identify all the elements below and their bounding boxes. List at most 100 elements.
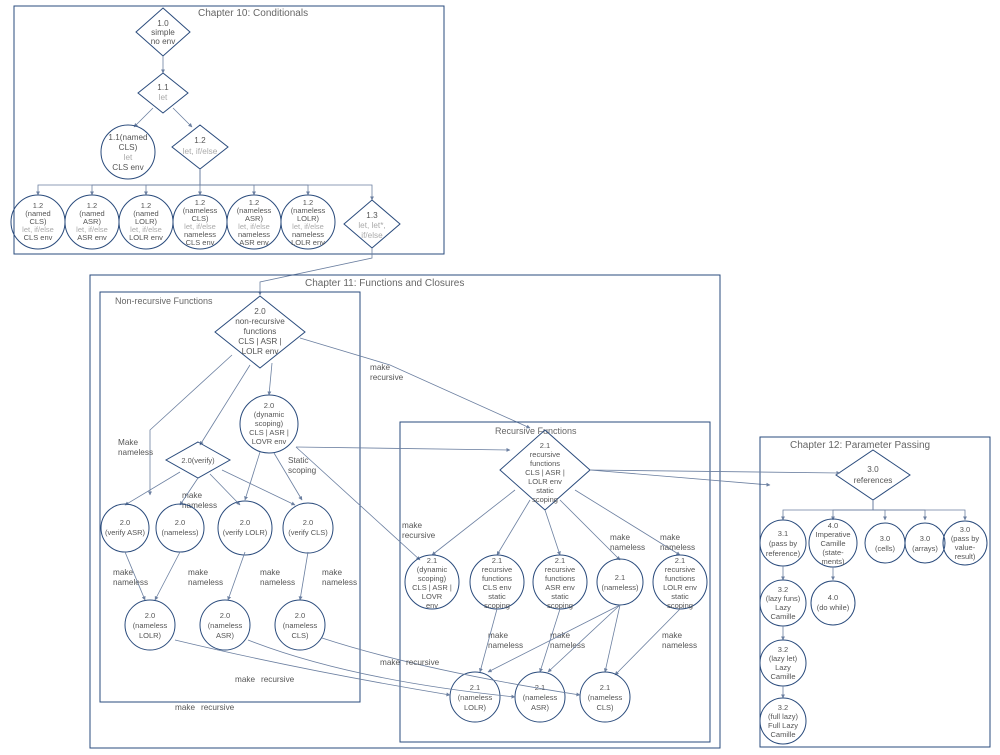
node-3.0: 3.0 references [836, 450, 910, 500]
svg-text:no env: no env [151, 37, 176, 46]
svg-text:2.0: 2.0 [220, 611, 230, 620]
svg-text:recursive: recursive [530, 450, 560, 459]
svg-text:Camille: Camille [770, 730, 795, 739]
svg-text:value-: value- [955, 543, 976, 552]
svg-text:(nameless: (nameless [283, 621, 318, 630]
svg-text:(cells): (cells) [875, 544, 896, 553]
svg-text:1.3: 1.3 [366, 211, 378, 220]
svg-text:make: make [380, 658, 400, 667]
svg-text:CLS): CLS) [291, 631, 309, 640]
svg-text:make: make [182, 491, 202, 500]
svg-text:(state-: (state- [822, 548, 844, 557]
svg-text:make: make [402, 521, 422, 530]
svg-text:ASR): ASR) [216, 631, 234, 640]
svg-text:CLS env: CLS env [186, 238, 215, 247]
svg-text:LOVR: LOVR [422, 592, 443, 601]
svg-text:2.1: 2.1 [492, 556, 502, 565]
svg-text:functions: functions [530, 459, 560, 468]
svg-text:recursive: recursive [201, 703, 235, 712]
svg-text:ASR): ASR) [531, 703, 549, 712]
svg-text:(dynamic: (dynamic [417, 565, 448, 574]
svg-text:3.0: 3.0 [960, 525, 970, 534]
svg-text:CLS env: CLS env [112, 163, 144, 172]
svg-text:1.1: 1.1 [157, 83, 169, 92]
svg-text:if/else: if/else [361, 231, 383, 240]
svg-text:4.0: 4.0 [828, 521, 838, 530]
svg-text:CLS | ASR |: CLS | ASR | [412, 583, 452, 592]
ch11-title: Chapter 11: Functions and Closures [305, 278, 464, 289]
svg-text:functions: functions [244, 327, 277, 336]
svg-text:scoping): scoping) [418, 574, 447, 583]
svg-text:CLS | ASR |: CLS | ASR | [249, 428, 289, 437]
svg-text:2.0: 2.0 [254, 307, 266, 316]
nr-nameless-row: 2.0 (nameless LOLR) 2.0 (nameless ASR) 2… [125, 600, 325, 650]
svg-text:(verify ASR): (verify ASR) [105, 528, 146, 537]
svg-text:2.0(verify): 2.0(verify) [181, 456, 215, 465]
svg-text:make: make [662, 631, 682, 640]
svg-text:(lazy let): (lazy let) [769, 654, 798, 663]
svg-text:nameless: nameless [260, 578, 295, 587]
svg-text:make: make [660, 533, 680, 542]
svg-text:Camille: Camille [770, 612, 795, 621]
svg-text:nameless: nameless [322, 578, 357, 587]
node-1.3: 1.3 let, let*, if/else [344, 200, 400, 248]
svg-text:2.0: 2.0 [240, 518, 250, 527]
svg-text:recursive: recursive [402, 531, 436, 540]
node-1.1: 1.1 let [138, 73, 188, 113]
svg-text:make: make [610, 533, 630, 542]
svg-text:recursive: recursive [261, 675, 295, 684]
svg-text:Camille: Camille [820, 539, 845, 548]
svg-text:(nameless: (nameless [133, 621, 168, 630]
svg-text:recursive: recursive [545, 565, 575, 574]
node-1.2-row: 1.2 (named CLS) let, if/else CLS env 1.2… [11, 195, 335, 249]
node-1.2: 1.2 let, if/else [172, 125, 228, 169]
svg-text:scoping: scoping [547, 601, 573, 610]
svg-text:3.0: 3.0 [880, 534, 890, 543]
svg-text:(nameless: (nameless [588, 693, 623, 702]
svg-text:(lazy funs): (lazy funs) [766, 594, 801, 603]
svg-text:1.2: 1.2 [194, 136, 206, 145]
svg-text:recursive: recursive [406, 658, 440, 667]
svg-text:1.0: 1.0 [157, 19, 169, 28]
svg-text:ASR env: ASR env [239, 238, 269, 247]
svg-text:nameless: nameless [188, 578, 223, 587]
svg-text:2.1: 2.1 [615, 573, 625, 582]
svg-text:LOLR env: LOLR env [291, 238, 325, 247]
svg-text:CLS | ASR |: CLS | ASR | [525, 468, 565, 477]
rec-nameless-row: 2.1 (nameless LOLR) 2.1 (nameless ASR) 2… [450, 672, 630, 722]
svg-text:CLS env: CLS env [24, 233, 53, 242]
svg-text:1.1(named: 1.1(named [108, 133, 148, 142]
svg-text:2.0: 2.0 [303, 518, 313, 527]
svg-text:scoping: scoping [667, 601, 693, 610]
svg-text:nameless: nameless [113, 578, 148, 587]
svg-text:static: static [551, 592, 569, 601]
svg-text:2.1: 2.1 [600, 683, 610, 692]
svg-text:let: let [124, 153, 133, 162]
svg-text:2.0: 2.0 [264, 401, 274, 410]
svg-text:LOLR env: LOLR env [528, 477, 562, 486]
svg-text:nameless: nameless [118, 448, 153, 457]
svg-text:Lazy: Lazy [775, 663, 791, 672]
svg-text:make: make [260, 568, 280, 577]
svg-text:functions: functions [482, 574, 512, 583]
svg-text:LOLR env: LOLR env [129, 233, 163, 242]
ch10-title: Chapter 10: Conditionals [198, 8, 308, 19]
svg-text:scoping): scoping) [255, 419, 284, 428]
svg-text:env: env [426, 601, 438, 610]
svg-text:CLS | ASR |: CLS | ASR | [238, 337, 281, 346]
svg-text:Full Lazy: Full Lazy [768, 721, 798, 730]
svg-text:LOVR env: LOVR env [252, 437, 287, 446]
svg-text:Static: Static [288, 456, 308, 465]
svg-text:(pass by: (pass by [769, 539, 798, 548]
svg-text:let: let [159, 93, 168, 102]
svg-text:scoping: scoping [484, 601, 510, 610]
node-2.0-dyn: 2.0 (dynamic scoping) CLS | ASR | LOVR e… [240, 395, 298, 453]
svg-text:(dynamic: (dynamic [254, 410, 285, 419]
svg-text:2.1: 2.1 [540, 441, 550, 450]
svg-text:3.0: 3.0 [867, 465, 879, 474]
svg-text:references: references [854, 476, 893, 485]
svg-text:ASR env: ASR env [545, 583, 575, 592]
svg-text:nameless: nameless [662, 641, 697, 650]
svg-text:(arrays): (arrays) [912, 544, 938, 553]
svg-text:(do while): (do while) [817, 603, 850, 612]
